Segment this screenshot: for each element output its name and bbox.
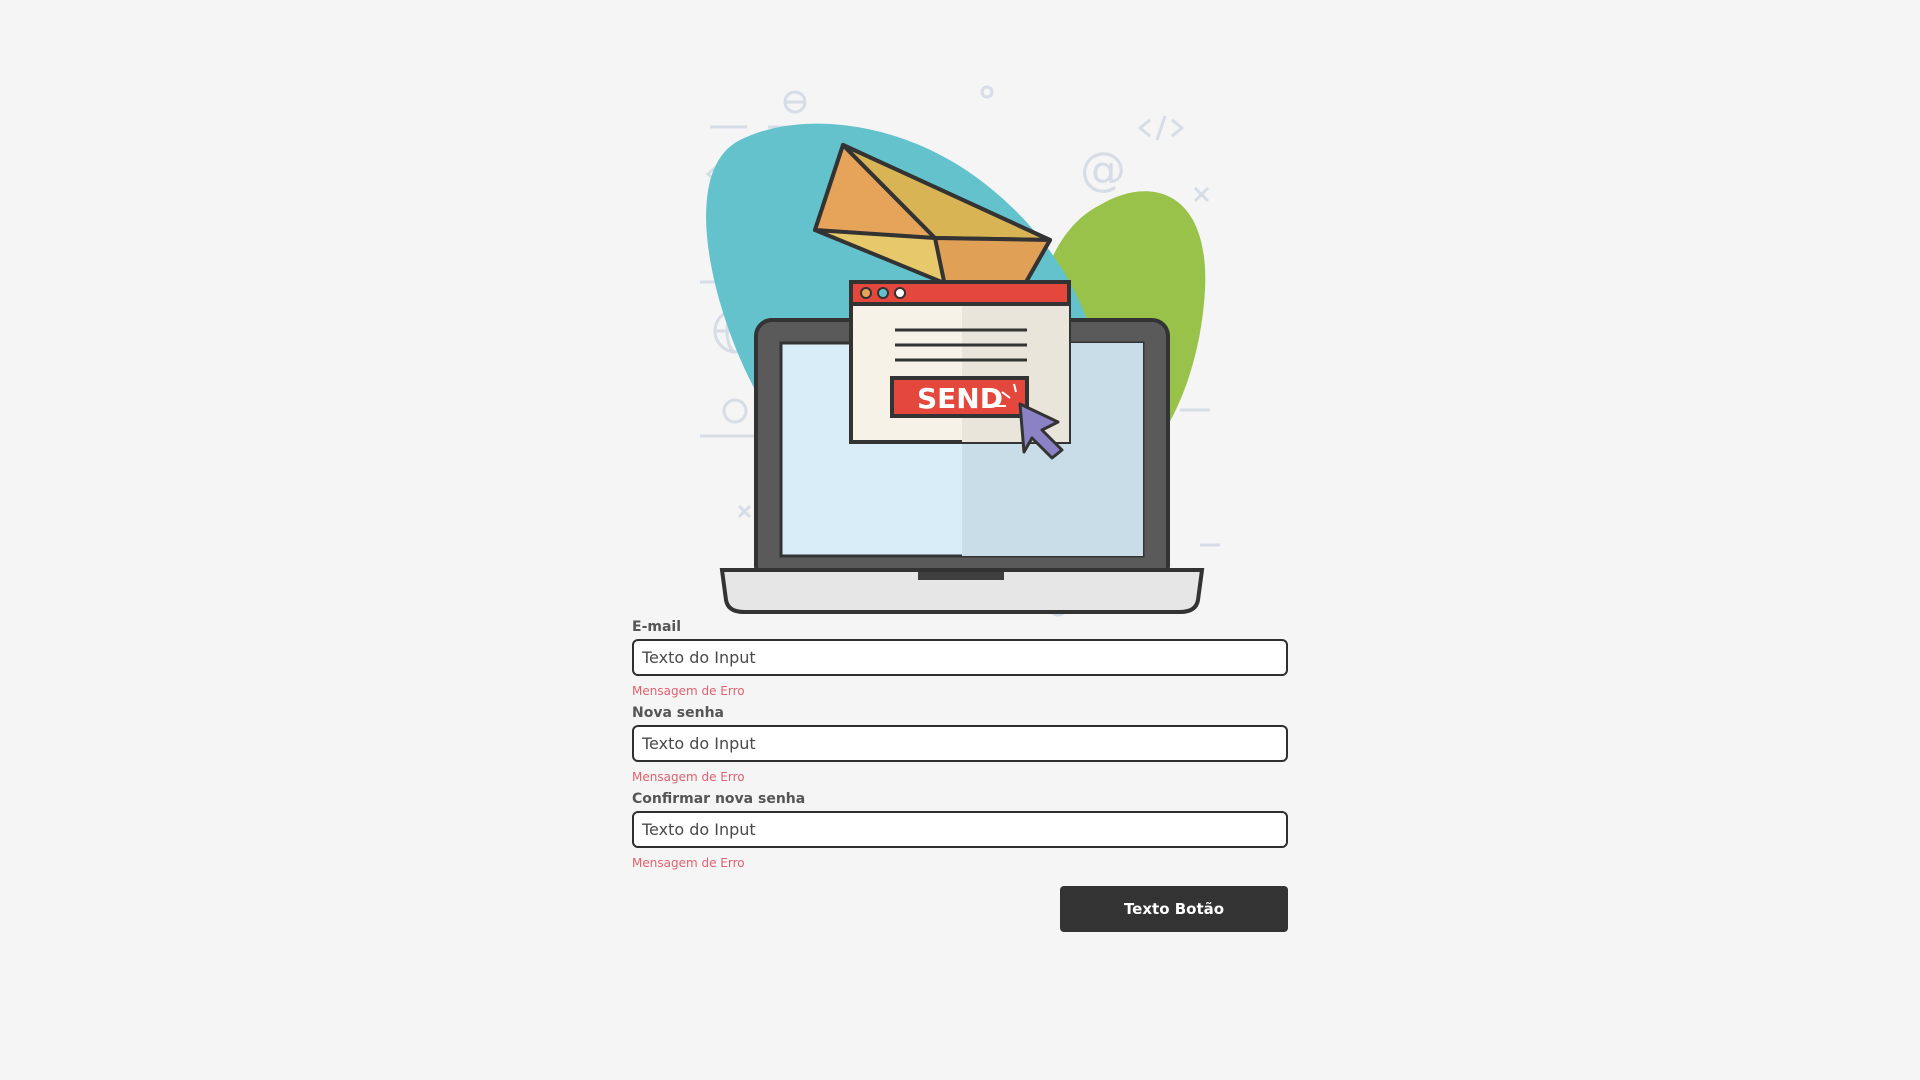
email-input[interactable] [632, 639, 1288, 676]
email-label: E-mail [632, 619, 682, 635]
email-error-message: Mensagem de Erro [632, 684, 745, 698]
submit-row: Texto Botão [632, 886, 1288, 946]
confirm-password-field-group: Confirmar nova senha Mensagem de Erro [632, 788, 1288, 874]
email-field-group: E-mail Mensagem de Erro [632, 616, 1288, 702]
new-password-error-message: Mensagem de Erro [632, 770, 745, 784]
confirm-password-input[interactable] [632, 811, 1288, 848]
reset-password-form: E-mail Mensagem de Erro Nova senha Mensa… [632, 616, 1288, 946]
new-password-field-group: Nova senha Mensagem de Erro [632, 702, 1288, 788]
new-password-label: Nova senha [632, 705, 724, 721]
confirm-password-label: Confirmar nova senha [632, 791, 806, 807]
submit-button[interactable]: Texto Botão [1060, 886, 1288, 932]
confirm-password-error-message: Mensagem de Erro [632, 856, 745, 870]
email-send-illustration: @ SEND [680, 80, 1240, 620]
new-password-input[interactable] [632, 725, 1288, 762]
send-label: SEND [917, 382, 1003, 415]
svg-text:@: @ [1080, 142, 1126, 196]
